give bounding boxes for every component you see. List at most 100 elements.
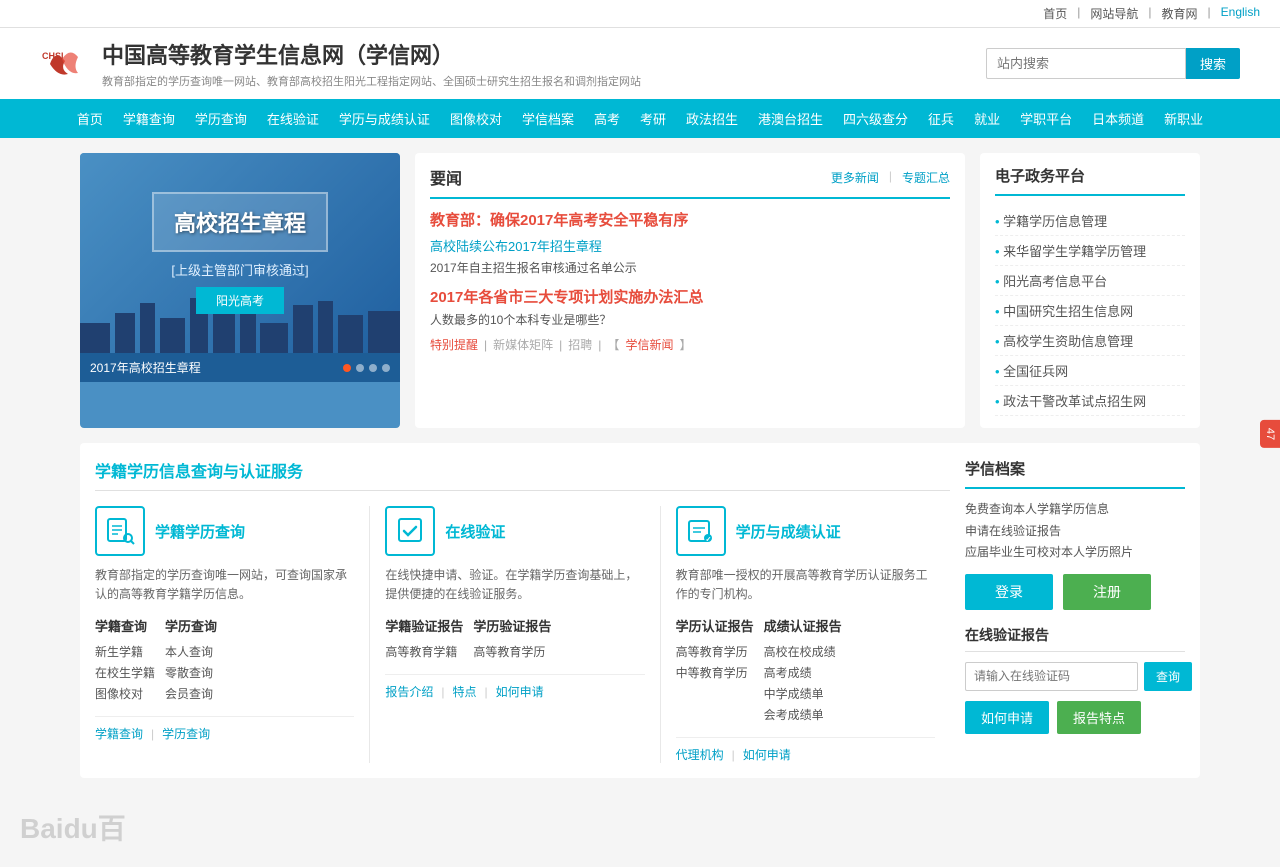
search-button[interactable]: 搜索 (1186, 48, 1240, 79)
services-title: 学籍学历信息查询与认证服务 (95, 458, 950, 491)
service-icon-3: ✓ (676, 506, 726, 556)
news-item-1[interactable]: 教育部：确保2017年高考安全平稳有序 (430, 209, 950, 230)
how-to-apply-button[interactable]: 如何申请 (965, 701, 1049, 734)
service-bottom-link-3a[interactable]: 代理机构 (676, 746, 724, 763)
sub-col-3b-item-1[interactable]: 高校在校成绩 (764, 641, 842, 662)
sub-col-3b-item-4[interactable]: 会考成绩单 (764, 704, 842, 725)
chsi-logo-icon: CHSI (40, 39, 90, 89)
sub-col-1a-item-2[interactable]: 在校生学籍 (95, 662, 155, 683)
sub-col-2a-item-1[interactable]: 高等教育学籍 (385, 641, 463, 662)
egov-link-7[interactable]: 政法干警改革试点招生网 (1003, 394, 1146, 409)
service-bottom-link-3b[interactable]: 如何申请 (743, 746, 791, 763)
login-button[interactable]: 登录 (965, 574, 1053, 610)
search-area: 搜索 (986, 48, 1240, 79)
sub-col-1b-item-1[interactable]: 本人查询 (165, 641, 217, 662)
xuexin-news-link[interactable]: 学信新闻 (625, 336, 673, 353)
nav-gangao[interactable]: 港澳台招生 (748, 99, 833, 138)
egov-link-1[interactable]: 学籍学历信息管理 (1003, 214, 1107, 229)
banner-dot-2[interactable] (356, 364, 364, 372)
banner-area: 高校招生章程 [上级主管部门审核通过] 阳光高考 2017年高校招生章程 (80, 153, 400, 428)
topics-link[interactable]: 专题汇总 (902, 169, 950, 186)
service-col-1-title: 学籍学历查询 (155, 521, 245, 542)
sub-col-3b-item-3[interactable]: 中学成绩单 (764, 683, 842, 704)
nav-xuejicx[interactable]: 学籍查询 (113, 99, 185, 138)
nav-xuezhi[interactable]: 学职平台 (1010, 99, 1082, 138)
register-button[interactable]: 注册 (1063, 574, 1151, 610)
news-item-2[interactable]: 高校陆续公布2017年招生章程 (430, 236, 950, 255)
banner-dot-4[interactable] (382, 364, 390, 372)
topbar-edu[interactable]: 教育网 (1162, 5, 1198, 22)
nav-sijiu[interactable]: 四六级查分 (833, 99, 918, 138)
egov-link-4[interactable]: 中国研究生招生信息网 (1003, 304, 1133, 319)
nav-xueli[interactable]: 学历查询 (185, 99, 257, 138)
search-input[interactable] (986, 48, 1186, 79)
banner-dot-1[interactable] (343, 364, 351, 372)
nav-home[interactable]: 首页 (67, 99, 113, 138)
service-bottom-link-1a[interactable]: 学籍查询 (95, 725, 143, 742)
egov-link-2[interactable]: 来华留学生学籍学历管理 (1003, 244, 1146, 259)
banner-footer-text: 2017年高校招生章程 (90, 359, 201, 376)
banner-dot-3[interactable] (369, 364, 377, 372)
nav-jiuye[interactable]: 就业 (964, 99, 1010, 138)
sub-col-3a-item-2[interactable]: 中等教育学历 (676, 662, 754, 683)
topbar-home[interactable]: 首页 (1043, 5, 1067, 22)
sub-col-1a-item-1[interactable]: 新生学籍 (95, 641, 155, 662)
more-news-link[interactable]: 更多新闻 (831, 169, 879, 186)
services-section: 学籍学历信息查询与认证服务 (80, 443, 1200, 778)
service-col-3-desc: 教育部唯一授权的开展高等教育学历认证服务工作的专门机构。 (676, 566, 935, 604)
right-badge[interactable]: 47 (1260, 419, 1280, 447)
nav-new-career[interactable]: 新职业 (1154, 99, 1213, 138)
egov-link-5[interactable]: 高校学生资助信息管理 (1003, 334, 1133, 349)
banner-badge[interactable]: 阳光高考 (196, 287, 284, 314)
nav-cert[interactable]: 学历与成绩认证 (329, 99, 440, 138)
sub-col-1a-title: 学籍查询 (95, 616, 155, 635)
sub-col-1b-item-3[interactable]: 会员查询 (165, 683, 217, 704)
nav-zhengbing[interactable]: 征兵 (918, 99, 964, 138)
archive-section: 学信档案 免费查询本人学籍学历信息 申请在线验证报告 应届毕业生可校对本人学历照… (965, 458, 1185, 610)
site-title: 中国高等教育学生信息网（学信网） (102, 38, 641, 70)
egov-link-6[interactable]: 全国征兵网 (1003, 364, 1068, 379)
nav-gaokao[interactable]: 高考 (584, 99, 630, 138)
archive-title: 学信档案 (965, 458, 1185, 489)
verify-query-button[interactable]: 查询 (1144, 662, 1192, 691)
egov-item-2: 来华留学生学籍学历管理 (995, 236, 1185, 266)
verify-code-input[interactable] (965, 662, 1138, 691)
news-item-4[interactable]: 2017年各省市三大专项计划实施办法汇总 (430, 286, 950, 307)
service-col-1-header: 学籍学历查询 (95, 506, 354, 556)
nav-archive[interactable]: 学信档案 (512, 99, 584, 138)
egov-section: 电子政务平台 学籍学历信息管理 来华留学生学籍学历管理 阳光高考信息平台 中国研… (980, 153, 1200, 428)
nav-image[interactable]: 图像校对 (440, 99, 512, 138)
top-section: 高校招生章程 [上级主管部门审核通过] 阳光高考 2017年高校招生章程 要闻 (80, 153, 1200, 428)
sub-col-2b-title: 学历验证报告 (473, 616, 551, 635)
svg-text:✓: ✓ (705, 537, 711, 544)
sub-col-3a-item-1[interactable]: 高等教育学历 (676, 641, 754, 662)
service-col-2-header: 在线验证 (385, 506, 644, 556)
service-bottom-link-1b[interactable]: 学历查询 (162, 725, 210, 742)
service-bottom-link-2b[interactable]: 特点 (452, 683, 476, 700)
special-link[interactable]: 特别提醒 (430, 336, 478, 353)
sub-col-2b-item-1[interactable]: 高等教育学历 (473, 641, 551, 662)
verify-input-row: 查询 (965, 662, 1185, 691)
nav-online-verify[interactable]: 在线验证 (257, 99, 329, 138)
topbar-sitemap[interactable]: 网站导航 (1090, 5, 1138, 22)
nav-kaoyan[interactable]: 考研 (630, 99, 676, 138)
topbar-english[interactable]: English (1221, 5, 1260, 22)
sub-col-3b-item-2[interactable]: 高考成绩 (764, 662, 842, 683)
service-bottom-link-2c[interactable]: 如何申请 (496, 683, 544, 700)
service-col-1-desc: 教育部指定的学历查询唯一网站，可查询国家承认的高等教育学籍学历信息。 (95, 566, 354, 604)
news-header: 要闻 更多新闻 | 专题汇总 (430, 165, 950, 199)
report-feature-button[interactable]: 报告特点 (1057, 701, 1141, 734)
nav-zhengfa[interactable]: 政法招生 (676, 99, 748, 138)
news-header-links: 更多新闻 | 专题汇总 (831, 169, 950, 186)
service-bottom-link-2a[interactable]: 报告介绍 (385, 683, 433, 700)
sub-col-1a-item-3[interactable]: 图像校对 (95, 683, 155, 704)
egov-link-3[interactable]: 阳光高考信息平台 (1003, 274, 1107, 289)
sub-col-1b-item-2[interactable]: 零散查询 (165, 662, 217, 683)
nav-japan[interactable]: 日本频道 (1082, 99, 1154, 138)
service-bottom-links-3: 代理机构 | 如何申请 (676, 737, 935, 763)
service-col-2-title: 在线验证 (445, 521, 505, 542)
news-links-row: 特别提醒 | 新媒体矩阵 | 招聘 | 【学信新闻】 (430, 336, 950, 353)
sub-col-1b-title: 学历查询 (165, 616, 217, 635)
service-sub-col-2a: 学籍验证报告 高等教育学籍 (385, 616, 463, 662)
service-bottom-links-2: 报告介绍 | 特点 | 如何申请 (385, 674, 644, 700)
